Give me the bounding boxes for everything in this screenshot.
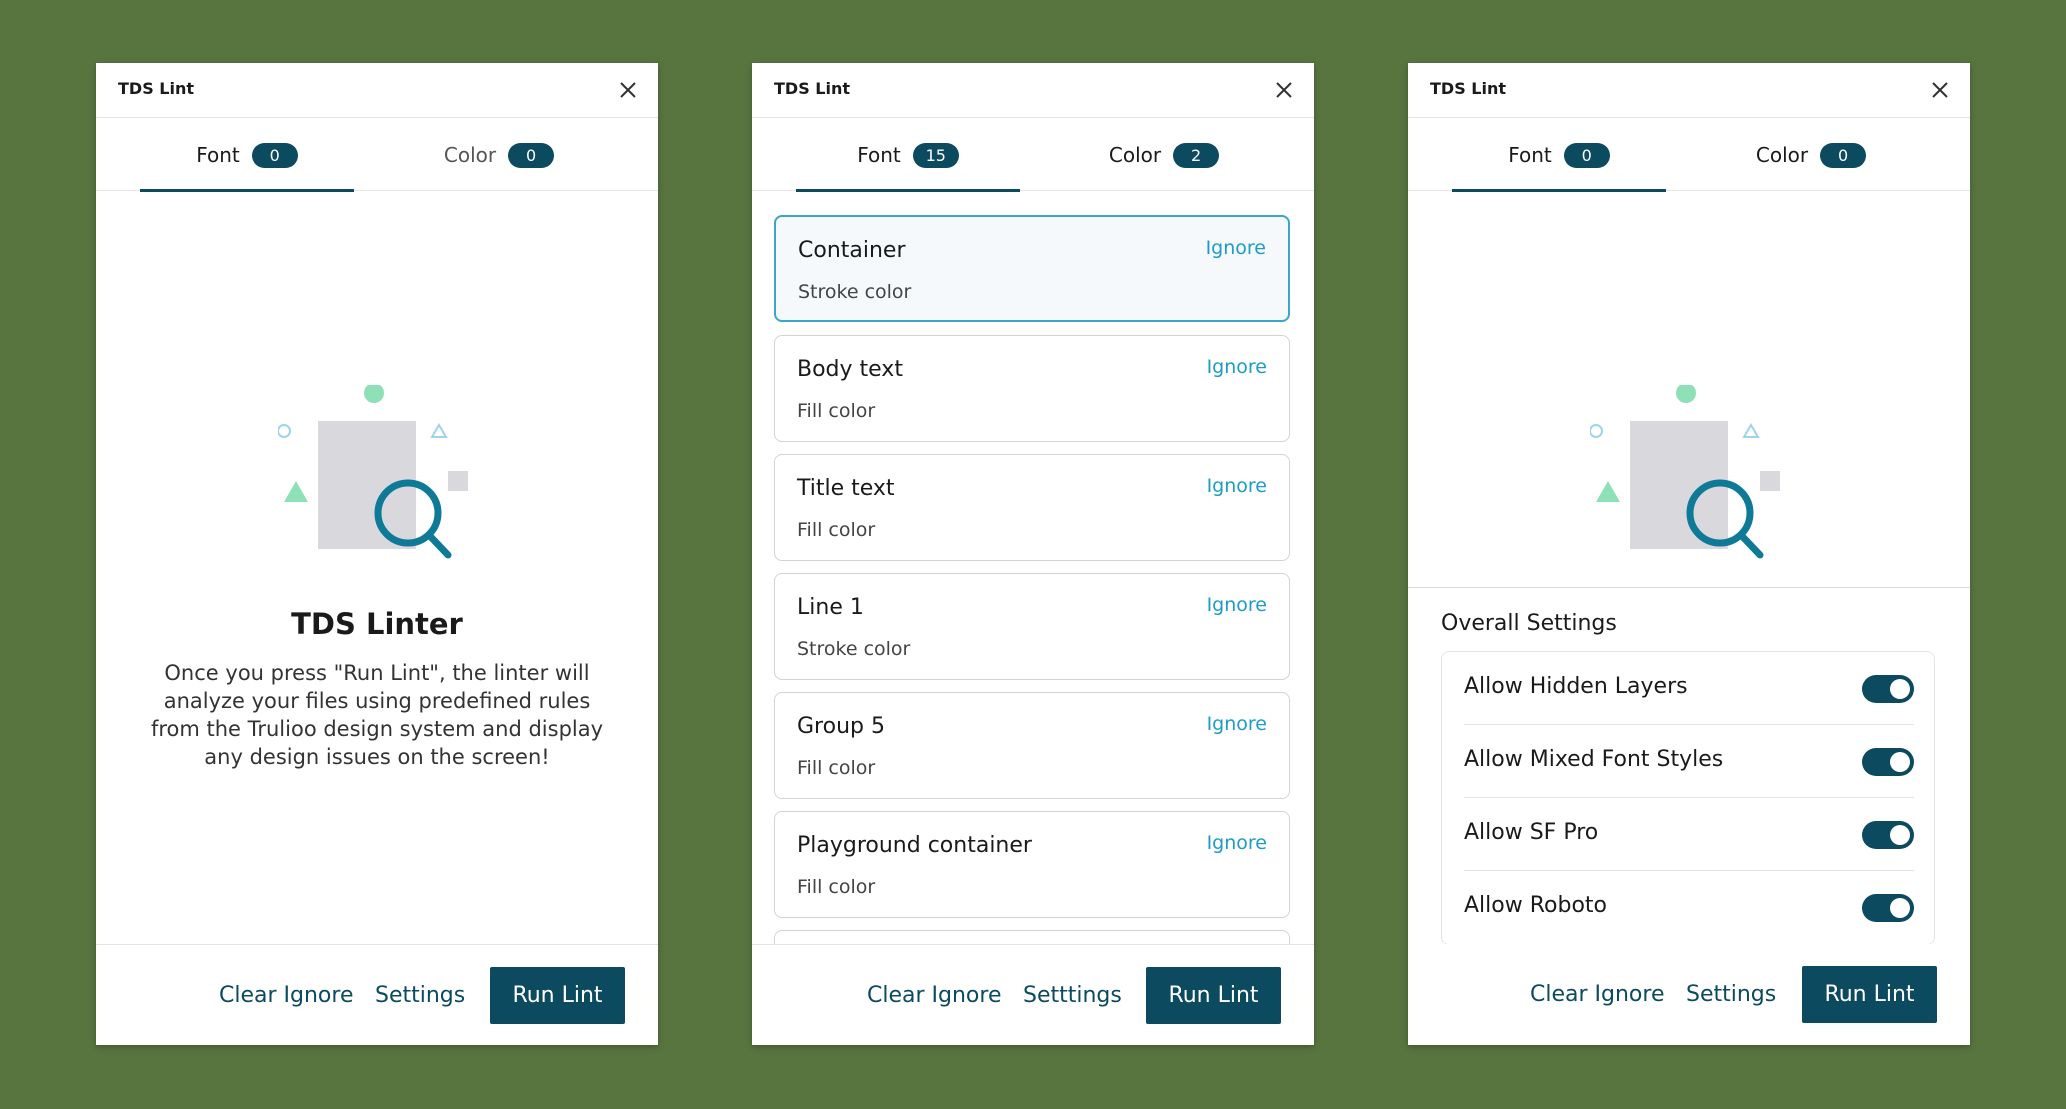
illus-green-circle [1676, 385, 1696, 403]
setting-row-sf-pro: Allow SF Pro [1464, 798, 1914, 871]
tab-color[interactable]: Color 2 [1052, 119, 1276, 191]
issue-layer-name: Title text [797, 476, 895, 501]
ignore-button[interactable]: Ignore [1207, 594, 1267, 616]
issue-layer-name: Body text [797, 357, 903, 382]
empty-state-illustration [278, 385, 468, 559]
clear-ignore-button[interactable]: Clear Ignore [867, 983, 1001, 1008]
run-lint-button[interactable]: Run Lint [490, 967, 625, 1024]
toggle-switch[interactable] [1862, 748, 1914, 776]
setting-label: Allow Roboto [1464, 893, 1607, 918]
toggle-switch[interactable] [1862, 894, 1914, 922]
illus-green-triangle [284, 481, 308, 502]
issue-layer-name: Group 5 [797, 714, 885, 739]
empty-state-description: Once you press "Run Lint", the linter wi… [150, 661, 604, 769]
tab-font-label: Font [1508, 143, 1552, 167]
settings-button[interactable]: Settings [375, 983, 465, 1008]
tab-font-label: Font [196, 143, 240, 167]
illus-blue-ring [1590, 424, 1603, 438]
issue-type: Fill color [797, 400, 876, 422]
ignore-button[interactable]: Ignore [1207, 832, 1267, 854]
toggle-switch[interactable] [1862, 821, 1914, 849]
settings-button[interactable]: Settings [1686, 982, 1776, 1007]
issue-type: Fill color [797, 876, 876, 898]
ignore-button[interactable]: Ignore [1206, 237, 1266, 259]
illus-gray-square [448, 471, 468, 491]
setting-row-roboto: Allow Roboto [1464, 871, 1914, 944]
tab-font[interactable]: Font 15 [796, 119, 1020, 192]
footer-bar: Clear Ignore Settings Run Lint [96, 944, 658, 1045]
illus-blue-ring [278, 424, 291, 438]
issue-type: Stroke color [797, 638, 911, 660]
settings-list: Allow Hidden Layers Allow Mixed Font Sty… [1441, 651, 1935, 945]
tab-color[interactable]: Color 0 [392, 119, 606, 191]
illus-green-triangle [1596, 481, 1620, 502]
illus-blue-triangle [1742, 423, 1760, 438]
issue-card[interactable]: Body text Fill color Ignore [774, 335, 1290, 442]
close-icon[interactable] [1272, 78, 1296, 102]
close-icon[interactable] [1928, 78, 1952, 102]
issue-card[interactable]: Group 5 Fill color Ignore [774, 692, 1290, 799]
tab-color-count: 0 [508, 142, 555, 168]
issue-card[interactable]: Container Stroke color Ignore [774, 215, 1290, 322]
toggle-switch[interactable] [1862, 675, 1914, 703]
tab-bar: Font 0 Color 0 [96, 119, 658, 192]
ignore-button[interactable]: Ignore [1207, 356, 1267, 378]
tab-color-count: 2 [1173, 142, 1220, 168]
ignore-button[interactable]: Ignore [1207, 713, 1267, 735]
settings-heading: Overall Settings [1441, 611, 1617, 636]
settings-button[interactable]: Setttings [1023, 983, 1122, 1008]
ignore-button[interactable]: Ignore [1207, 475, 1267, 497]
setting-label: Allow Mixed Font Styles [1464, 747, 1724, 772]
setting-row-hidden-layers: Allow Hidden Layers [1464, 652, 1914, 725]
run-lint-button[interactable]: Run Lint [1802, 966, 1937, 1023]
title-bar: TDS Lint [1408, 63, 1970, 118]
issue-layer-name: Playground container [797, 833, 1032, 858]
tab-bar: Font 0 Color 0 [1408, 119, 1970, 192]
window-title: TDS Lint [774, 79, 851, 98]
tab-font-label: Font [857, 143, 901, 167]
setting-label: Allow Hidden Layers [1464, 674, 1688, 699]
issue-type: Fill color [797, 757, 876, 779]
empty-state-title: TDS Linter [291, 607, 463, 641]
lint-panel-results: TDS Lint Font 15 Color 2 Container Strok… [752, 63, 1314, 1045]
footer-bar: Clear Ignore Setttings Run Lint [752, 944, 1314, 1045]
footer-bar: Clear Ignore Settings Run Lint [1408, 944, 1970, 1045]
tab-font[interactable]: Font 0 [140, 119, 354, 192]
tab-color-count: 0 [1820, 142, 1867, 168]
tab-font-count: 0 [1563, 142, 1610, 168]
illus-green-circle [364, 385, 384, 403]
setting-label: Allow SF Pro [1464, 820, 1599, 845]
issue-card[interactable]: Line 1 Stroke color Ignore [774, 573, 1290, 680]
setting-row-mixed-font-styles: Allow Mixed Font Styles [1464, 725, 1914, 798]
tab-font-count: 15 [912, 142, 959, 168]
tab-bar: Font 15 Color 2 [752, 119, 1314, 192]
clear-ignore-button[interactable]: Clear Ignore [1530, 982, 1664, 1007]
run-lint-button[interactable]: Run Lint [1146, 967, 1281, 1024]
issue-type: Fill color [797, 519, 876, 541]
issue-layer-name: Container [798, 238, 906, 263]
lint-panel-settings: TDS Lint Font 0 Color 0 Overall Settings… [1408, 63, 1970, 1045]
illus-gray-square [1760, 471, 1780, 491]
tab-color[interactable]: Color 0 [1704, 119, 1918, 191]
lint-panel-empty: TDS Lint Font 0 Color 0 TDS Linter Once … [96, 63, 658, 1045]
issue-type: Stroke color [798, 281, 912, 303]
tab-font-count: 0 [251, 142, 298, 168]
clear-ignore-button[interactable]: Clear Ignore [219, 983, 353, 1008]
window-title: TDS Lint [1430, 79, 1507, 98]
illus-blue-triangle [430, 423, 448, 438]
title-bar: TDS Lint [96, 63, 658, 118]
close-icon[interactable] [616, 78, 640, 102]
empty-state-illustration [1590, 385, 1780, 559]
tab-font[interactable]: Font 0 [1452, 119, 1666, 192]
tab-color-label: Color [443, 143, 497, 167]
tab-color-label: Color [1755, 143, 1809, 167]
tab-color-label: Color [1108, 143, 1162, 167]
issue-card[interactable]: Playground container Fill color Ignore [774, 811, 1290, 918]
issue-layer-name: Line 1 [797, 595, 864, 620]
settings-divider [1408, 587, 1970, 588]
window-title: TDS Lint [118, 79, 195, 98]
issue-card[interactable]: Title text Fill color Ignore [774, 454, 1290, 561]
title-bar: TDS Lint [752, 63, 1314, 118]
